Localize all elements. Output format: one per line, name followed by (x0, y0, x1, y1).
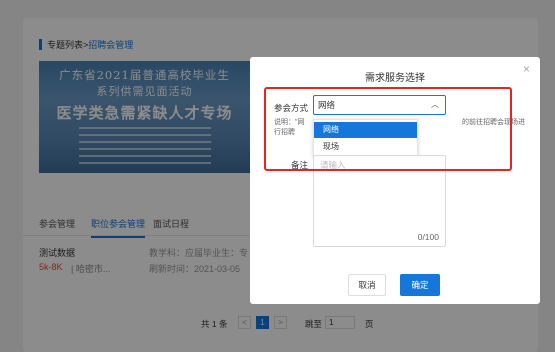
service-selection-dialog: 需求服务选择 × 参会方式 网络 ︿ 说明："网 的前往招聘会现场进 行招聘 网… (250, 57, 540, 304)
option-online[interactable]: 网络 (314, 122, 417, 138)
option-onsite[interactable]: 现场 (314, 139, 417, 155)
participation-method-label: 参会方式 (274, 103, 309, 113)
remark-textarea[interactable]: 请输入 0/100 (313, 155, 446, 247)
description-tail: 的前往招聘会现场进 (462, 119, 525, 126)
chevron-up-icon: ︿ (431, 100, 439, 109)
participation-method-select[interactable]: 网络 ︿ (313, 95, 446, 115)
participation-method-dropdown: 网络 现场 (313, 119, 418, 157)
participation-method-value: 网络 (318, 100, 336, 110)
remark-char-counter: 0/100 (417, 232, 439, 242)
description-label: 说明： (274, 119, 295, 126)
dialog-title: 需求服务选择 (365, 73, 425, 84)
confirm-button[interactable]: 确定 (400, 274, 440, 296)
remark-label: 备注 (291, 160, 309, 170)
cancel-button[interactable]: 取消 (348, 274, 386, 296)
close-icon[interactable]: × (523, 62, 530, 76)
description-line-2: 行招聘 (274, 129, 295, 136)
description-start: "网 (295, 119, 305, 126)
remark-placeholder: 请输入 (320, 160, 346, 170)
